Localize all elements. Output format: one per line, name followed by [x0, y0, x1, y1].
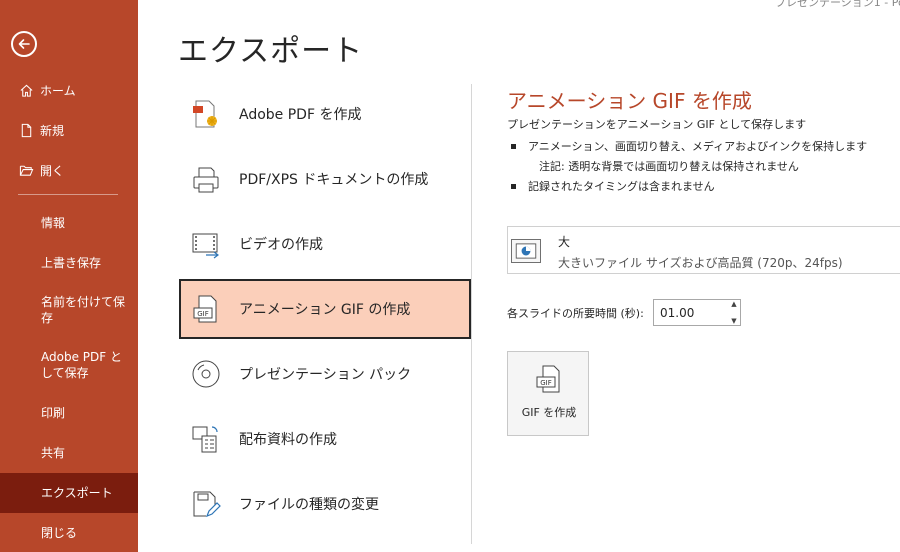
option-create-pdf-xps[interactable]: PDF/XPS ドキュメントの作成	[179, 149, 471, 209]
svg-text:GIF: GIF	[540, 379, 552, 387]
sidebar-item-label: 新規	[40, 123, 65, 138]
option-create-adobe-pdf[interactable]: Adobe PDF を作成	[179, 84, 471, 144]
document-title: プレゼンテーション1 - Po	[775, 0, 900, 9]
sidebar-item-label: 開く	[40, 163, 65, 178]
option-label: Adobe PDF を作成	[239, 107, 362, 123]
quality-detail: 大きいファイル サイズおよび高品質 (720p、24fps)	[558, 256, 843, 270]
bullet-item: 記録されたタイミングは含まれません	[507, 176, 867, 196]
back-arrow-icon[interactable]	[11, 31, 37, 57]
folder-open-icon	[18, 162, 34, 178]
gif-file-icon: GIF	[535, 364, 563, 394]
export-options-list: Adobe PDF を作成 PDF/XPS ドキュメントの作成 ビデオの作成 G…	[179, 84, 471, 539]
svg-text:GIF: GIF	[197, 310, 209, 318]
panel-description: プレゼンテーションをアニメーション GIF として保存します	[507, 118, 807, 131]
panel-bullets: アニメーション、画面切り替え、メディアおよびインクを保持します 注記: 透明な背…	[507, 136, 867, 196]
panel-title: アニメーション GIF を作成	[507, 89, 752, 113]
quality-size-icon	[511, 239, 541, 263]
sidebar-item-label: 名前を付けて保存	[41, 295, 126, 325]
sidebar-item-label: 上書き保存	[41, 256, 102, 270]
sidebar-item-label: 印刷	[41, 406, 66, 420]
option-create-video[interactable]: ビデオの作成	[179, 214, 471, 274]
sidebar-divider	[18, 194, 118, 195]
video-film-icon	[189, 227, 223, 261]
option-create-animated-gif[interactable]: GIF アニメーション GIF の作成	[179, 279, 471, 339]
home-icon	[18, 82, 34, 98]
duration-label: 各スライドの所要時間 (秒):	[507, 307, 644, 320]
sidebar-item-label: 閉じる	[41, 526, 78, 540]
option-presentation-pack[interactable]: プレゼンテーション パック	[179, 344, 471, 404]
sidebar-item-label: ホーム	[40, 83, 76, 98]
note-item: 注記: 透明な背景では画面切り替えは保持されません	[539, 160, 799, 173]
sidebar-item-close[interactable]: 閉じる	[0, 513, 138, 552]
quality-title: 大	[558, 235, 571, 249]
bullet-item: アニメーション、画面切り替え、メディアおよびインクを保持します	[507, 136, 867, 156]
adobe-pdf-icon	[189, 97, 223, 131]
page-title: エクスポート	[178, 34, 364, 69]
sidebar-item-label: エクスポート	[41, 486, 113, 500]
backstage-sidebar: ホーム 新規 開く 情報 上書き保存 名前を付けて保存 Adobe PDF とし…	[0, 0, 138, 552]
sidebar-item-label: 情報	[41, 216, 66, 230]
option-label: アニメーション GIF の作成	[239, 302, 411, 318]
sidebar-item-save-as-adobe-pdf[interactable]: Adobe PDF として保存	[0, 337, 138, 393]
option-label: ファイルの種類の変更	[239, 497, 379, 513]
option-label: 配布資料の作成	[239, 432, 337, 448]
duration-spinner[interactable]: ▲ ▼	[728, 300, 740, 325]
option-label: PDF/XPS ドキュメントの作成	[239, 172, 429, 188]
quality-dropdown[interactable]: 大 大きいファイル サイズおよび高品質 (720p、24fps)	[507, 226, 900, 274]
sidebar-item-new[interactable]: 新規	[0, 110, 138, 150]
bullet-icon	[511, 183, 516, 189]
option-create-handouts[interactable]: 配布資料の作成	[179, 409, 471, 469]
chevron-down-icon[interactable]: ▼	[731, 317, 736, 325]
sidebar-item-print[interactable]: 印刷	[0, 393, 138, 433]
sidebar-item-home[interactable]: ホーム	[0, 70, 138, 110]
bullet-icon	[511, 143, 516, 149]
file-type-change-icon	[189, 487, 223, 521]
sidebar-item-label: 共有	[41, 446, 66, 460]
option-label: プレゼンテーション パック	[239, 367, 412, 383]
gif-file-icon: GIF	[189, 292, 223, 326]
disc-icon	[189, 357, 223, 391]
sidebar-item-label: Adobe PDF として保存	[41, 350, 122, 380]
sidebar-item-save[interactable]: 上書き保存	[0, 243, 138, 283]
sidebar-item-info[interactable]: 情報	[0, 203, 138, 243]
printer-icon	[189, 162, 223, 196]
sidebar-item-export[interactable]: エクスポート	[0, 473, 138, 513]
option-label: ビデオの作成	[239, 237, 323, 253]
sidebar-item-save-as[interactable]: 名前を付けて保存	[0, 283, 138, 337]
new-file-icon	[18, 122, 34, 138]
option-change-file-type[interactable]: ファイルの種類の変更	[179, 474, 471, 534]
sidebar-item-open[interactable]: 開く	[0, 150, 138, 190]
create-gif-button[interactable]: GIF GIF を作成	[507, 351, 589, 436]
vertical-divider	[471, 84, 472, 544]
chevron-up-icon[interactable]: ▲	[731, 300, 736, 308]
handout-icon	[189, 422, 223, 456]
sidebar-item-share[interactable]: 共有	[0, 433, 138, 473]
create-gif-label: GIF を作成	[521, 406, 577, 419]
